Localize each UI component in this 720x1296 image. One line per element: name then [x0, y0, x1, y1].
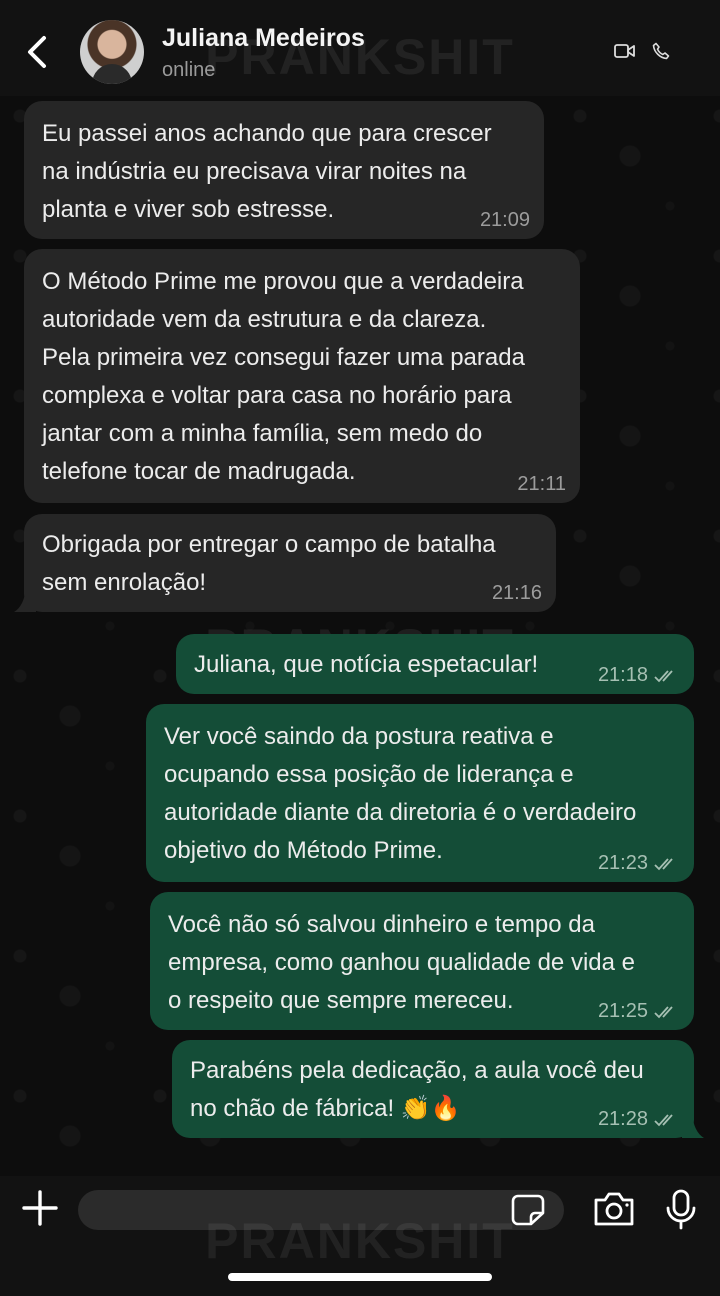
message-bubble-outgoing[interactable]: Juliana, que notícia espetacular! 21:18 [176, 634, 694, 694]
home-indicator[interactable] [228, 1273, 492, 1281]
message-time: 21:18 [598, 664, 680, 686]
message-input[interactable] [78, 1190, 564, 1230]
message-text: Ver você saindo da postura reativa e ocu… [164, 723, 637, 864]
double-check-icon [654, 1006, 673, 1019]
microphone-icon[interactable] [664, 1188, 698, 1232]
message-time: 21:23 [598, 852, 680, 874]
video-camera-icon[interactable] [614, 42, 636, 60]
phone-icon[interactable] [652, 42, 670, 60]
chat-header: Juliana Medeiros online [0, 0, 720, 96]
message-bubble-incoming[interactable]: Obrigada por entregar o campo de batalha… [24, 514, 556, 612]
double-check-icon [654, 858, 673, 871]
bubble-tail [682, 1114, 704, 1138]
message-time-label: 21:18 [597, 664, 648, 686]
message-bubble-outgoing[interactable]: Parabéns pela dedicação, a aula você deu… [172, 1040, 694, 1138]
double-check-icon [654, 1114, 673, 1127]
chevron-left-icon[interactable] [18, 30, 54, 74]
avatar[interactable] [80, 20, 144, 84]
message-bubble-incoming[interactable]: Eu passei anos achando que para crescer … [24, 101, 544, 239]
message-time-label: 21:28 [597, 1108, 648, 1130]
camera-icon[interactable] [592, 1190, 636, 1228]
contact-name[interactable]: Juliana Medeiros [162, 24, 365, 53]
message-bubble-outgoing[interactable]: Ver você saindo da postura reativa e ocu… [146, 704, 694, 882]
double-check-icon [654, 670, 673, 683]
sticker-icon[interactable] [510, 1193, 546, 1227]
message-bubble-incoming[interactable]: O Método Prime me provou que a verdadeir… [24, 249, 580, 503]
message-text: Obrigada por entregar o campo de batalha… [42, 531, 496, 596]
message-time-label: 21:25 [597, 1000, 648, 1022]
plus-icon[interactable] [20, 1188, 60, 1228]
message-text: O Método Prime me provou que a verdadeir… [42, 268, 525, 485]
message-time: 21:09 [479, 209, 530, 231]
message-time: 21:25 [598, 1000, 680, 1022]
message-time: 21:11 [517, 473, 566, 495]
contact-status: online [162, 59, 216, 81]
message-time: 21:16 [491, 582, 542, 604]
bubble-tail [14, 588, 36, 612]
message-bubble-outgoing[interactable]: Você não só salvou dinheiro e tempo da e… [150, 892, 694, 1030]
message-time: 21:28 [598, 1108, 680, 1130]
message-time-label: 21:23 [597, 852, 648, 874]
message-text: Eu passei anos achando que para crescer … [42, 120, 492, 223]
